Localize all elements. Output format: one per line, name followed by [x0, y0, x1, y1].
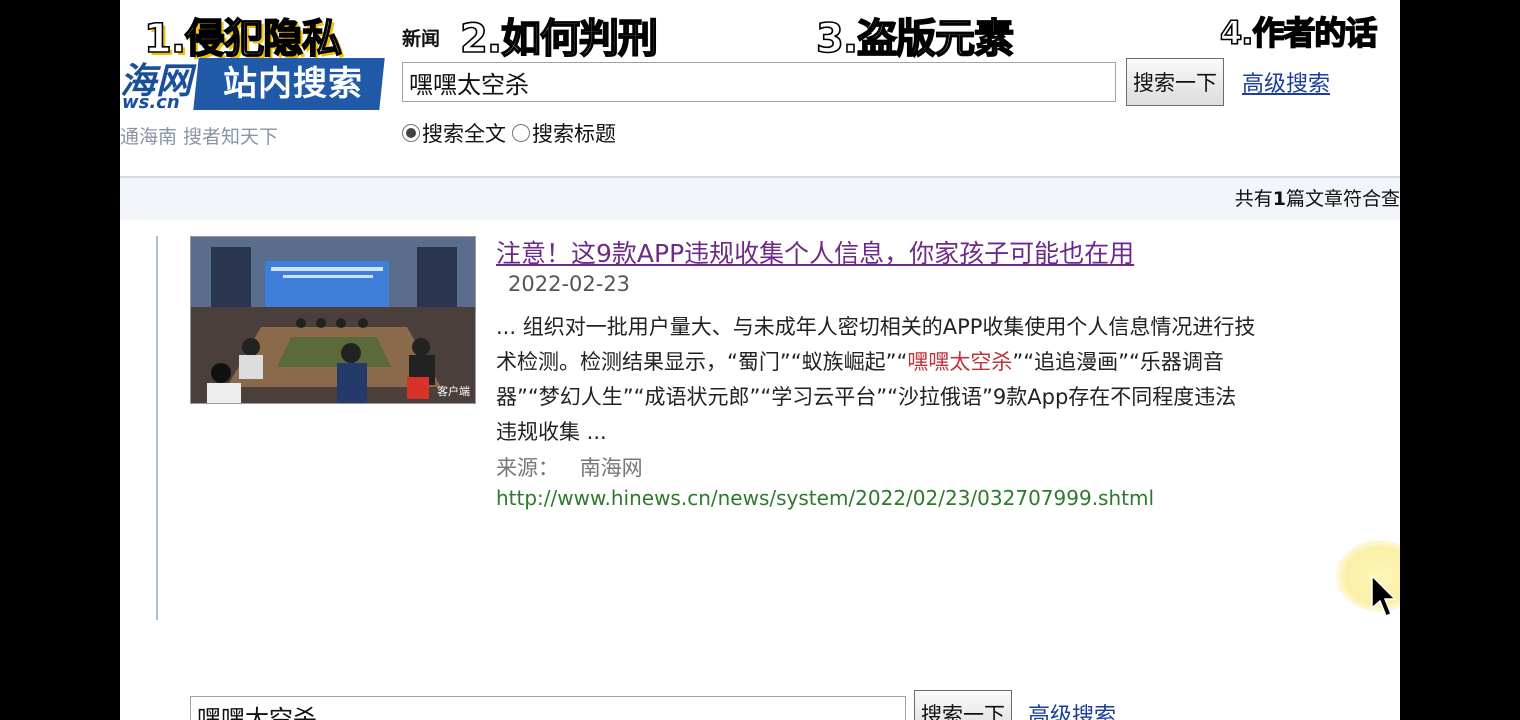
browser-page: 1.侵犯隐私 2.如何判刑 3.盗版元素 4.作者的话 新闻 海网 ws.cn … [120, 0, 1400, 720]
search-button[interactable]: 搜索一下 [1126, 58, 1224, 106]
result-count-prefix: 共有 [1234, 188, 1273, 210]
result-date: 2022-02-23 [508, 272, 631, 296]
radio-full-text[interactable] [402, 124, 420, 142]
result-source: 来源： 南海网 [496, 452, 643, 482]
snippet-highlight: 嘿嘿太空杀 [907, 350, 1013, 374]
result-url-link[interactable]: http://www.hinews.cn/news/system/2022/02… [496, 486, 1154, 510]
search-input[interactable] [402, 62, 1116, 102]
result-thumbnail[interactable]: 客户端 [190, 236, 476, 404]
result-count-suffix: 篇文章符合查 [1285, 188, 1400, 210]
site-slogan: 通海南 搜者知天下 [120, 126, 279, 148]
result-snippet: ... 组织对一批用户量大、与未成年人密切相关的APP收集使用个人信息情况进行技… [496, 310, 1256, 450]
result-count-number: 1 [1272, 188, 1286, 210]
result-divider [156, 236, 158, 620]
result-count: 共有1篇文章符合查 [1235, 184, 1400, 211]
result-title-link[interactable]: 注意！这9款APP违规收集个人信息，你家孩子可能也在用 [496, 234, 1134, 270]
result-summary-bar [120, 176, 1400, 220]
overlay-caption-2: 2.如何判刑 [459, 15, 659, 63]
site-logo-domain: ws.cn [122, 92, 180, 113]
source-label: 来源： [496, 456, 559, 480]
bottom-search-input[interactable] [190, 696, 906, 720]
search-scope-options: 搜索全文 搜索标题 [402, 118, 616, 148]
source-name: 南海网 [579, 456, 643, 480]
bottom-advanced-search-link[interactable]: 高级搜索 [1028, 698, 1116, 720]
meeting-room-image [191, 237, 475, 403]
radio-full-text-label[interactable]: 搜索全文 [422, 118, 506, 148]
news-channel-label[interactable]: 新闻 [402, 24, 440, 51]
radio-title-only[interactable] [512, 124, 530, 142]
overlay-caption-4: 4.作者的话 [1219, 13, 1378, 53]
mouse-cursor-icon [1371, 574, 1396, 617]
thumbnail-badge: 客户端 [437, 385, 470, 398]
site-search-title: 站内搜索 [223, 64, 363, 104]
overlay-caption-3: 3.盗版元素 [815, 15, 1015, 63]
bottom-search-button[interactable]: 搜索一下 [914, 690, 1012, 720]
advanced-search-link[interactable]: 高级搜索 [1242, 66, 1330, 98]
radio-title-only-label[interactable]: 搜索标题 [532, 118, 616, 148]
